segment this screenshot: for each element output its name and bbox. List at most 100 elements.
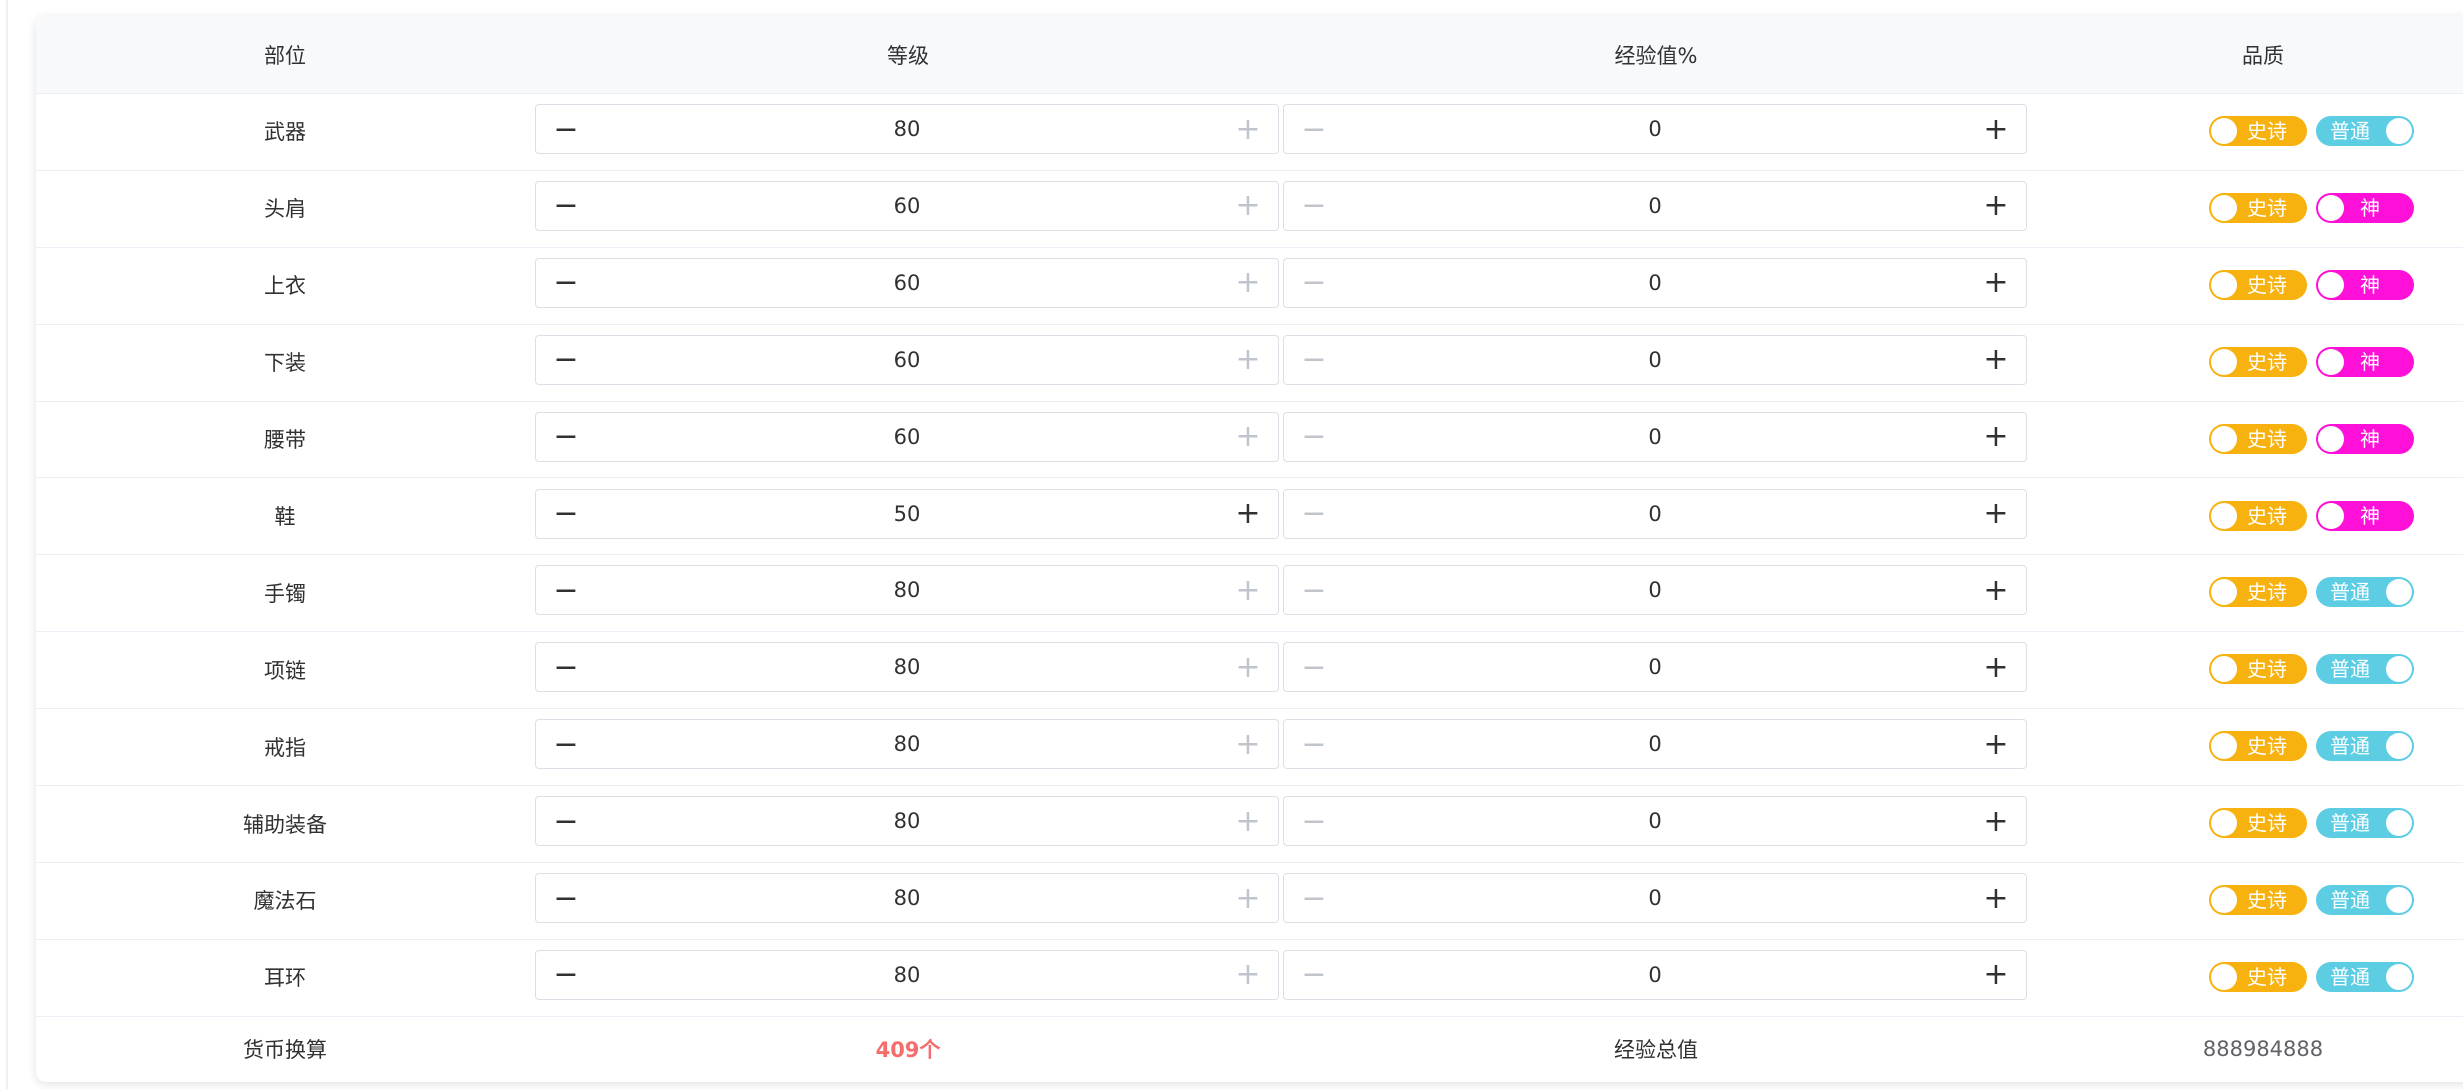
level-increment-button[interactable]: + [1218,951,1278,999]
exp-stepper[interactable]: −0 + [1283,642,2027,693]
level-stepper[interactable]: −60 + [535,257,1279,308]
level-decrement-button[interactable]: − [536,336,596,384]
exp-value[interactable]: 0 [1344,886,1966,910]
quality-epic-switch[interactable]: 史诗 [2209,961,2307,992]
level-value[interactable]: 80 [596,732,1218,756]
level-decrement-button[interactable]: − [536,105,596,153]
level-increment-button[interactable]: + [1218,182,1278,230]
quality-grade-switch[interactable]: 神 [2316,500,2414,531]
quality-grade-switch[interactable]: 神 [2316,346,2414,377]
level-increment-button[interactable]: + [1218,490,1278,538]
exp-decrement-button[interactable]: − [1284,566,1344,614]
level-decrement-button[interactable]: − [536,720,596,768]
level-decrement-button[interactable]: − [536,182,596,230]
exp-decrement-button[interactable]: − [1284,413,1344,461]
exp-increment-button[interactable]: + [1966,951,2026,999]
level-value[interactable]: 80 [596,963,1218,987]
level-decrement-button[interactable]: − [536,413,596,461]
exp-increment-button[interactable]: + [1966,413,2026,461]
level-value[interactable]: 80 [596,117,1218,141]
exp-increment-button[interactable]: + [1966,643,2026,691]
level-value[interactable]: 60 [596,425,1218,449]
quality-epic-switch[interactable]: 史诗 [2209,346,2307,377]
level-stepper[interactable]: −80 + [535,873,1279,923]
exp-value[interactable]: 0 [1344,425,1966,449]
exp-value[interactable]: 0 [1344,502,1966,526]
quality-grade-switch[interactable]: 普通 [2316,961,2414,992]
exp-value[interactable]: 0 [1344,809,1966,833]
quality-epic-switch[interactable]: 史诗 [2209,885,2307,915]
exp-value[interactable]: 0 [1344,655,1966,679]
level-decrement-button[interactable]: − [536,951,596,999]
exp-increment-button[interactable]: + [1966,182,2026,230]
level-stepper[interactable]: −80 + [535,949,1279,1000]
exp-value[interactable]: 0 [1344,117,1966,141]
quality-grade-switch[interactable]: 普通 [2316,808,2414,839]
quality-epic-switch[interactable]: 史诗 [2209,269,2307,300]
level-value[interactable]: 50 [596,502,1218,526]
exp-stepper[interactable]: −0 + [1283,719,2027,770]
exp-decrement-button[interactable]: − [1284,105,1344,153]
level-stepper[interactable]: −80 + [535,796,1279,847]
quality-epic-switch[interactable]: 史诗 [2209,192,2307,223]
exp-increment-button[interactable]: + [1966,259,2026,307]
level-decrement-button[interactable]: − [536,259,596,307]
level-increment-button[interactable]: + [1218,336,1278,384]
level-decrement-button[interactable]: − [536,643,596,691]
level-value[interactable]: 80 [596,655,1218,679]
level-decrement-button[interactable]: − [536,874,596,922]
exp-stepper[interactable]: −0 + [1283,257,2027,308]
quality-grade-switch[interactable]: 神 [2316,423,2414,454]
quality-epic-switch[interactable]: 史诗 [2209,116,2307,146]
level-increment-button[interactable]: + [1218,259,1278,307]
level-value[interactable]: 60 [596,271,1218,295]
exp-stepper[interactable]: −0 + [1283,873,2027,923]
quality-grade-switch[interactable]: 普通 [2316,577,2414,608]
quality-grade-switch[interactable]: 普通 [2316,885,2414,915]
exp-value[interactable]: 0 [1344,578,1966,602]
exp-value[interactable]: 0 [1344,732,1966,756]
level-stepper[interactable]: −80 + [535,104,1279,154]
level-value[interactable]: 80 [596,886,1218,910]
exp-stepper[interactable]: −0 + [1283,488,2027,539]
quality-grade-switch[interactable]: 神 [2316,192,2414,223]
quality-grade-switch[interactable]: 普通 [2316,731,2414,762]
exp-decrement-button[interactable]: − [1284,182,1344,230]
quality-epic-switch[interactable]: 史诗 [2209,808,2307,839]
exp-decrement-button[interactable]: − [1284,720,1344,768]
exp-value[interactable]: 0 [1344,348,1966,372]
exp-stepper[interactable]: −0 + [1283,334,2027,385]
level-decrement-button[interactable]: − [536,797,596,845]
exp-stepper[interactable]: −0 + [1283,411,2027,462]
level-value[interactable]: 60 [596,348,1218,372]
exp-stepper[interactable]: −0 + [1283,180,2027,231]
exp-increment-button[interactable]: + [1966,720,2026,768]
exp-increment-button[interactable]: + [1966,490,2026,538]
level-increment-button[interactable]: + [1218,105,1278,153]
exp-stepper[interactable]: −0 + [1283,565,2027,616]
level-stepper[interactable]: −80 + [535,565,1279,616]
exp-stepper[interactable]: −0 + [1283,796,2027,847]
exp-decrement-button[interactable]: − [1284,336,1344,384]
quality-epic-switch[interactable]: 史诗 [2209,500,2307,531]
level-stepper[interactable]: −80 + [535,642,1279,693]
level-decrement-button[interactable]: − [536,566,596,614]
quality-grade-switch[interactable]: 普通 [2316,654,2414,685]
exp-decrement-button[interactable]: − [1284,490,1344,538]
level-stepper[interactable]: −60 + [535,334,1279,385]
exp-stepper[interactable]: −0 + [1283,104,2027,154]
exp-increment-button[interactable]: + [1966,797,2026,845]
exp-decrement-button[interactable]: − [1284,643,1344,691]
level-increment-button[interactable]: + [1218,720,1278,768]
exp-increment-button[interactable]: + [1966,336,2026,384]
level-increment-button[interactable]: + [1218,566,1278,614]
quality-epic-switch[interactable]: 史诗 [2209,654,2307,685]
exp-value[interactable]: 0 [1344,963,1966,987]
level-value[interactable]: 80 [596,809,1218,833]
quality-grade-switch[interactable]: 神 [2316,269,2414,300]
level-stepper[interactable]: −60 + [535,411,1279,462]
level-increment-button[interactable]: + [1218,874,1278,922]
exp-value[interactable]: 0 [1344,194,1966,218]
level-stepper[interactable]: −50 + [535,488,1279,539]
level-value[interactable]: 80 [596,578,1218,602]
